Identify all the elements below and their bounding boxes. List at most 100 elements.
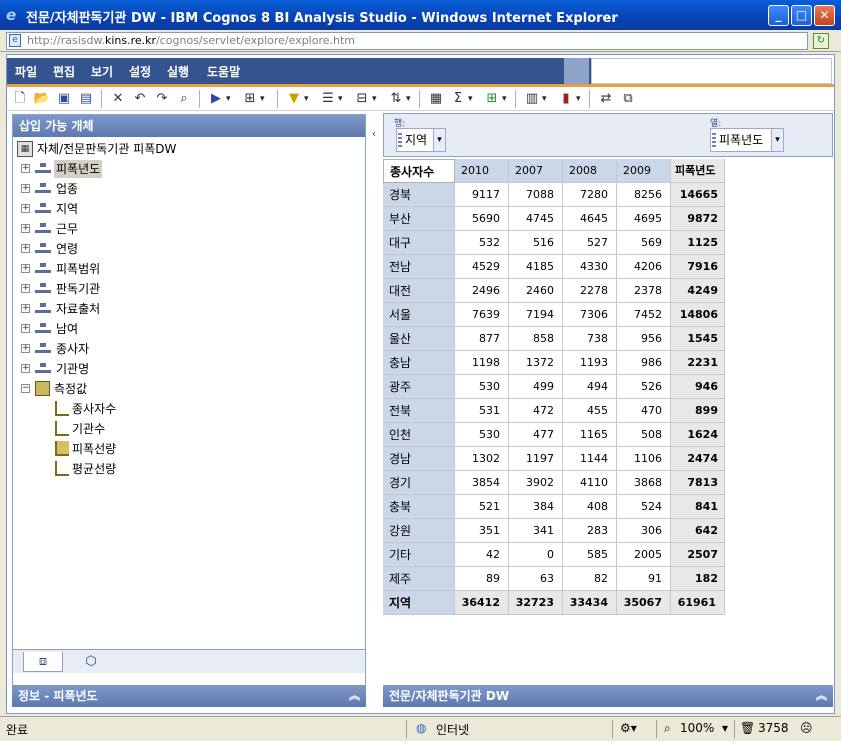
row-header[interactable]: 인천 [383, 423, 455, 447]
zoom-level[interactable]: 100% [680, 721, 714, 735]
save-as-icon[interactable]: ▤ [77, 90, 95, 108]
expand-up-icon[interactable]: ︽ [349, 685, 360, 707]
sort-icon[interactable]: ⇅ [387, 90, 411, 108]
insert-icon[interactable]: ⊞ [241, 90, 265, 108]
save-icon[interactable]: ▣ [55, 90, 73, 108]
footer-row-header[interactable]: 지역 [383, 591, 455, 615]
row-header[interactable]: 서울 [383, 303, 455, 327]
expand-icon[interactable]: + [21, 364, 30, 373]
row-header[interactable]: 충남 [383, 351, 455, 375]
rows-chip[interactable]: 지역 ▾ [396, 128, 446, 152]
row-header[interactable]: 전남 [383, 255, 455, 279]
row-header[interactable]: 부산 [383, 207, 455, 231]
expand-icon[interactable]: + [21, 264, 30, 273]
new-icon[interactable]: 🗋 [11, 90, 29, 108]
suppress-icon[interactable]: ⊟ [353, 90, 377, 108]
row-header[interactable]: 경북 [383, 183, 455, 207]
panel-splitter-arrow[interactable]: ‹ [368, 114, 380, 154]
total-cell: 2507 [671, 543, 725, 567]
redo-icon[interactable]: ↷ [153, 90, 171, 108]
count-text: 3758 [758, 721, 789, 735]
row-header[interactable]: 울산 [383, 327, 455, 351]
maximize-button[interactable]: □ [791, 5, 812, 26]
tab-cube[interactable]: ⬡ [71, 652, 111, 672]
expand-icon[interactable]: + [21, 244, 30, 253]
top-bottom-icon[interactable]: ☰ [319, 90, 342, 108]
delete-icon[interactable]: ✕ [109, 90, 127, 108]
column-header[interactable]: 2008 [563, 159, 617, 183]
tab-source-tree[interactable]: ⧈ [23, 652, 63, 672]
row-header[interactable]: 경기 [383, 471, 455, 495]
expand-icon[interactable]: + [21, 304, 30, 313]
find-icon[interactable]: ⌕ [175, 90, 193, 108]
menu-file[interactable]: 파일 [15, 63, 37, 80]
menu-settings[interactable]: 설정 [129, 63, 151, 80]
open-icon[interactable]: 📂 [33, 90, 51, 108]
expand-up-icon[interactable]: ︽ [816, 685, 827, 707]
swap-icon[interactable]: ⇄ [597, 90, 615, 108]
row-header[interactable]: 충북 [383, 495, 455, 519]
refresh-icon[interactable]: ↻ [813, 33, 829, 49]
tree-dimension-label: 기관명 [56, 362, 90, 376]
filter-icon[interactable]: ▼ [285, 90, 309, 108]
data-cell: 1198 [455, 351, 509, 375]
row-header[interactable]: 대전 [383, 279, 455, 303]
data-cell: 82 [563, 567, 617, 591]
row-header[interactable]: 기타 [383, 543, 455, 567]
address-input[interactable]: http://rasisdw.kins.re.kr/cognos/servlet… [6, 32, 808, 50]
info-panel[interactable]: 정보 - 피폭년도 ︽ [12, 685, 366, 707]
tree-dimension-label: 판독기관 [56, 282, 101, 296]
menu-edit[interactable]: 편집 [53, 63, 75, 80]
data-cell: 4185 [509, 255, 563, 279]
display-icon[interactable]: ▥ [523, 90, 547, 108]
data-cell: 585 [563, 543, 617, 567]
address-path: /cognos/servlet/explore/explore.htm [156, 34, 356, 47]
dimension-icon [35, 183, 51, 195]
columns-chip[interactable]: 피폭년도 ▾ [710, 128, 784, 152]
chevron-down-icon[interactable]: ▾ [433, 129, 445, 151]
crosstab-measure-corner[interactable]: 종사자수 [383, 159, 455, 183]
menu-view[interactable]: 보기 [91, 63, 113, 80]
protected-mode-icon[interactable]: ⚙▾ [620, 721, 637, 735]
chevron-down-icon[interactable]: ▾ [722, 721, 728, 735]
layout-icon[interactable]: ⧉ [619, 90, 637, 108]
chevron-down-icon[interactable]: ▾ [771, 129, 783, 151]
run-icon[interactable]: ▶ [207, 90, 231, 108]
undo-icon[interactable]: ↶ [131, 90, 149, 108]
data-cell: 477 [509, 423, 563, 447]
row-header[interactable]: 광주 [383, 375, 455, 399]
total-column-header[interactable]: 피폭년도 [671, 159, 725, 183]
chart-icon[interactable]: ▮ [557, 90, 580, 108]
expand-icon[interactable]: + [21, 184, 30, 193]
expand-icon[interactable]: + [21, 344, 30, 353]
zoom-icon[interactable]: ⌕ [664, 721, 671, 736]
expand-icon[interactable]: + [21, 284, 30, 293]
close-button[interactable]: ✕ [814, 5, 835, 26]
column-header[interactable]: 2010 [455, 159, 509, 183]
data-cell: 2378 [617, 279, 671, 303]
column-header[interactable]: 2007 [509, 159, 563, 183]
explore-icon[interactable]: ⊞ [483, 90, 507, 108]
status-text: 완료 [6, 723, 29, 737]
row-header[interactable]: 제주 [383, 567, 455, 591]
minimize-button[interactable]: _ [768, 5, 789, 26]
menu-help[interactable]: 도움말 [207, 63, 240, 80]
expand-icon[interactable]: + [21, 224, 30, 233]
calculate-icon[interactable]: ▦ [427, 90, 445, 108]
page-icon: e [9, 34, 21, 47]
column-header[interactable]: 2009 [617, 159, 671, 183]
data-cell: 472 [509, 399, 563, 423]
row-header[interactable]: 강원 [383, 519, 455, 543]
expand-icon[interactable]: + [21, 204, 30, 213]
data-cell: 4206 [617, 255, 671, 279]
cube-info-panel[interactable]: 전문/자체판독기관 DW ︽ [383, 685, 833, 707]
globe-icon: ◍ [416, 721, 427, 735]
expand-icon[interactable]: + [21, 324, 30, 333]
row-header[interactable]: 경남 [383, 447, 455, 471]
collapse-icon[interactable]: − [21, 384, 30, 393]
row-header[interactable]: 대구 [383, 231, 455, 255]
sum-icon[interactable]: Σ [449, 90, 473, 108]
expand-icon[interactable]: + [21, 164, 30, 173]
row-header[interactable]: 전북 [383, 399, 455, 423]
menu-run[interactable]: 실행 [167, 63, 189, 80]
